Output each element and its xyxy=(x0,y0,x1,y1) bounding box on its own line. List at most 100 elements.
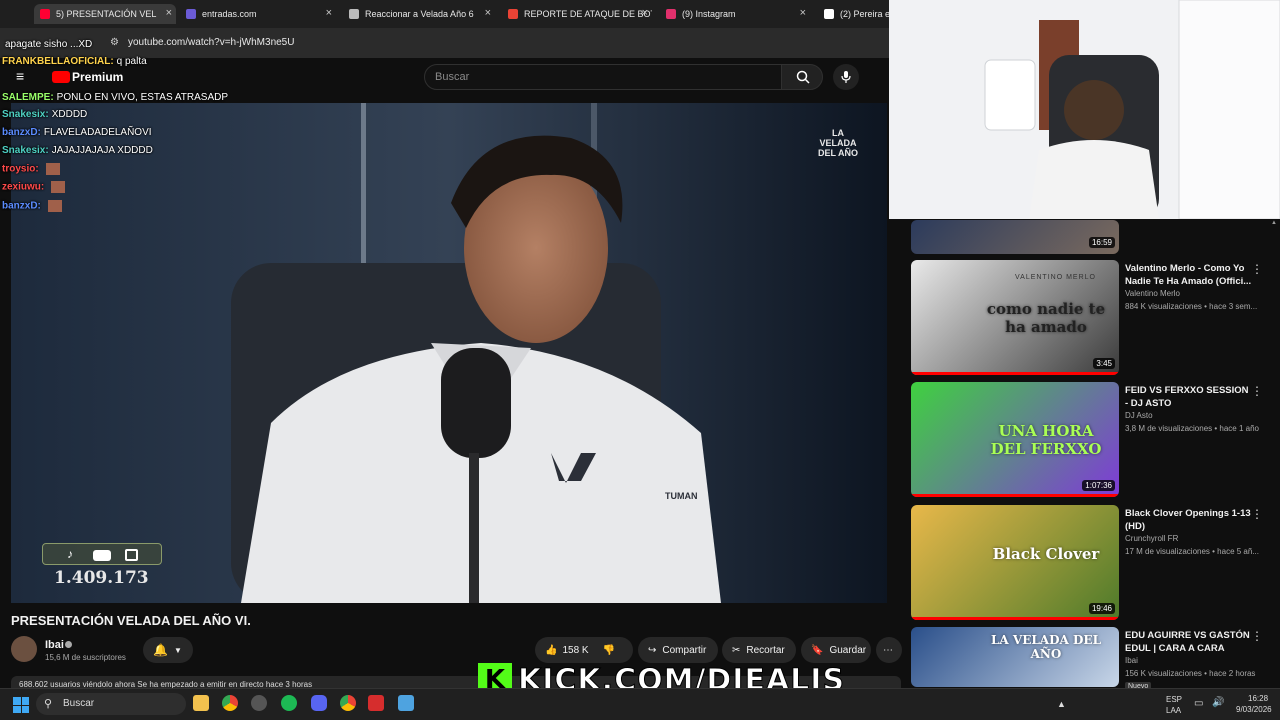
clock-date[interactable]: 9/03/2026 xyxy=(1236,705,1272,714)
related-video-card[interactable]: UNA HORA DEL FERXXO 1:07:36 FEID VS FERXXO… xyxy=(911,382,1263,497)
browser-tab[interactable]: entradas.com × xyxy=(180,4,336,24)
video-thumbnail[interactable]: Black Clover 19:46 xyxy=(911,505,1119,620)
more-vertical-icon[interactable]: ⋮ xyxy=(1251,384,1263,398)
video-player[interactable] xyxy=(11,103,887,603)
thumbnail-overlay-text: LA VELADA DEL AÑO xyxy=(990,633,1101,661)
twitch-icon xyxy=(125,549,138,561)
channel-avatar[interactable] xyxy=(11,636,37,662)
related-video-title[interactable]: EDU AGUIRRE VS GASTÓN EDUL | CARA A CARA xyxy=(1125,629,1253,655)
menu-icon[interactable]: ≡ xyxy=(16,68,24,84)
search-input[interactable]: Buscar xyxy=(424,64,782,90)
tab-favicon-icon xyxy=(508,9,518,19)
language-indicator[interactable]: ESP xyxy=(1166,695,1182,704)
description-text: 688.602 usuarios viéndolo ahora Se ha em… xyxy=(19,680,313,688)
video-thumbnail[interactable]: 16:59 xyxy=(911,220,1119,254)
close-tab-icon[interactable]: × xyxy=(485,7,491,19)
browser-tab[interactable]: REPORTE DE ATAQUE DE BOTS × xyxy=(502,4,652,24)
like-button[interactable]: 👍 158 K xyxy=(545,645,589,656)
watch-progress-bar xyxy=(911,617,1119,620)
related-video-channel[interactable]: Crunchyroll FR xyxy=(1125,534,1178,543)
video-thumbnail[interactable]: LA VELADA DEL AÑO xyxy=(911,627,1119,687)
related-video-channel[interactable]: Valentino Merlo xyxy=(1125,289,1180,298)
tray-chevron-up-icon[interactable]: ▲ xyxy=(1057,699,1066,709)
clip-button[interactable]: ✂ Recortar xyxy=(722,637,796,663)
related-video-card[interactable]: Black Clover 19:46 Black Clover Openings 1… xyxy=(911,505,1263,620)
volume-icon[interactable]: 🔊 xyxy=(1212,697,1224,708)
taskbar-search-label: Buscar xyxy=(63,698,95,709)
tab-label: (9) Instagram xyxy=(682,9,736,19)
share-button[interactable]: ↪ Compartir xyxy=(638,637,718,663)
streaming-app-icon[interactable] xyxy=(368,695,384,711)
related-video-meta: 884 K visualizaciones • hace 3 sem... xyxy=(1125,302,1258,311)
video-duration: 1:07:36 xyxy=(1082,480,1115,491)
chat-text: q palta xyxy=(116,56,147,67)
thumbnail-overlay-text: VALENTINO MERLO xyxy=(1015,274,1096,281)
video-frame xyxy=(11,103,887,603)
chat-text: apagate sisho ...XD xyxy=(5,39,93,50)
notepad-icon[interactable] xyxy=(398,695,414,711)
tab-label: Reaccionar a Velada Año 6 xyxy=(365,9,474,19)
more-vertical-icon[interactable]: ⋮ xyxy=(1251,629,1263,643)
chat-message: FRANKBELLAOFICIAL: q palta xyxy=(2,56,147,67)
file-explorer-icon[interactable] xyxy=(193,695,209,711)
save-button[interactable]: 🔖 Guardar xyxy=(801,637,871,663)
voice-search-button[interactable] xyxy=(833,64,859,90)
video-thumbnail[interactable]: como nadie te ha amado VALENTINO MERLO 3:4… xyxy=(911,260,1119,375)
video-thumbnail[interactable]: UNA HORA DEL FERXXO 1:07:36 xyxy=(911,382,1119,497)
close-tab-icon[interactable]: × xyxy=(642,7,648,19)
thumbnail-overlay-text: Black Clover xyxy=(992,545,1100,563)
related-video-title[interactable]: Black Clover Openings 1-13 (HD) xyxy=(1125,507,1253,533)
more-vertical-icon[interactable]: ⋮ xyxy=(1251,262,1263,276)
spotify-icon[interactable] xyxy=(281,695,297,711)
video-duration: 16:59 xyxy=(1088,237,1115,248)
close-tab-icon[interactable]: × xyxy=(166,7,172,19)
close-tab-icon[interactable]: × xyxy=(800,7,806,19)
related-video-title[interactable]: Valentino Merlo - Como Yo Nadie Te Ha Am… xyxy=(1125,262,1253,288)
youtube-icon xyxy=(93,550,111,561)
chat-username: zexiuwu: xyxy=(2,181,45,193)
related-video-channel[interactable]: DJ Asto xyxy=(1125,411,1153,420)
clock-time[interactable]: 16:28 xyxy=(1248,694,1268,703)
more-actions-button[interactable]: ⋯ xyxy=(876,637,902,663)
verified-icon xyxy=(65,641,72,648)
tab-favicon-icon xyxy=(40,9,50,19)
browser-tab[interactable]: (9) Instagram × xyxy=(660,4,810,24)
dislike-button[interactable]: 👎 xyxy=(603,645,615,656)
share-label: Compartir xyxy=(662,644,707,656)
chrome-icon[interactable] xyxy=(222,695,238,711)
chat-text: JAJAJJAJAJA XDDDD xyxy=(51,145,153,156)
scrollbar[interactable]: ▲ xyxy=(1271,220,1277,680)
discord-icon[interactable] xyxy=(311,695,327,711)
tab-label: 5) PRESENTACIÓN VEL xyxy=(56,9,157,19)
related-video-card[interactable]: 16:59 xyxy=(911,220,1251,254)
taskbar-search[interactable]: ⚲ Buscar xyxy=(36,693,186,715)
more-vertical-icon[interactable]: ⋮ xyxy=(1251,507,1263,521)
social-icons-badge: ♪ xyxy=(42,543,162,565)
youtube-premium-logo[interactable]: Premium xyxy=(72,70,123,84)
youtube-logo-icon[interactable] xyxy=(52,71,70,83)
browser-tab[interactable]: Reaccionar a Velada Año 6 × xyxy=(343,4,495,24)
browser-tab[interactable]: (2) Pereira en xyxy=(818,4,890,24)
app-icon[interactable] xyxy=(251,695,267,711)
related-video-title[interactable]: FEID VS FERXXO SESSION - DJ ASTO xyxy=(1125,384,1253,410)
subscribe-bell-button[interactable]: 🔔 ▼ xyxy=(143,637,193,663)
browser-tab[interactable]: 5) PRESENTACIÓN VEL × xyxy=(34,4,176,24)
start-button[interactable] xyxy=(13,697,29,713)
video-duration: 3:45 xyxy=(1093,358,1115,369)
network-icon[interactable]: ▭ xyxy=(1194,698,1203,709)
microphone-icon xyxy=(841,71,851,83)
related-video-channel[interactable]: Ibai xyxy=(1125,656,1138,665)
chrome-profile-icon[interactable] xyxy=(340,695,356,711)
close-tab-icon[interactable]: × xyxy=(326,7,332,19)
url-text[interactable]: youtube.com/watch?v=h-jWhM3ne5U xyxy=(128,37,294,48)
search-button[interactable] xyxy=(781,64,823,90)
chat-message: apagate sisho ...XD xyxy=(2,39,92,50)
channel-name[interactable]: Ibai xyxy=(45,639,64,651)
webcam-overlay xyxy=(889,0,1280,219)
related-video-card[interactable]: como nadie te ha amado VALENTINO MERLO 3:4… xyxy=(911,260,1263,375)
site-info-icon[interactable]: ⚙ xyxy=(110,37,119,48)
chat-text: FLAVELADADELAÑOVI xyxy=(43,127,152,138)
language-layout[interactable]: LAA xyxy=(1166,706,1181,715)
thumbs-up-icon: 👍 xyxy=(545,644,558,656)
related-video-card[interactable]: LA VELADA DEL AÑO EDU AGUIRRE VS GASTÓN E… xyxy=(911,627,1263,691)
